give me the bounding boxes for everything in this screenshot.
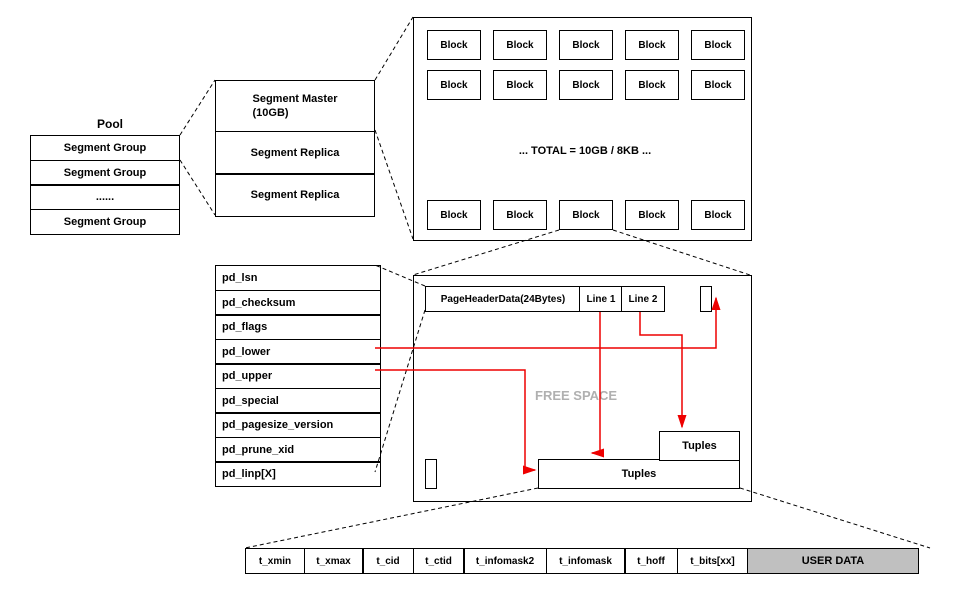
block: Block (559, 70, 613, 100)
block: Block (691, 70, 745, 100)
free-space-label: FREE SPACE (535, 388, 617, 403)
blocks-total: ... TOTAL = 10GB / 8KB ... (475, 145, 695, 157)
t-infomask: t_infomask (546, 548, 626, 574)
block: Block (493, 70, 547, 100)
block: Block (691, 200, 745, 230)
segment-group: Segment Group (30, 209, 180, 235)
page-stub-bottom (425, 459, 437, 489)
block: Block (625, 200, 679, 230)
t-xmax: t_xmax (304, 548, 364, 574)
segment-group-ellipsis: ...... (30, 184, 180, 210)
t-hoff: t_hoff (624, 548, 678, 574)
block: Block (625, 30, 679, 60)
t-ctid: t_ctid (413, 548, 465, 574)
block: Block (427, 70, 481, 100)
t-bits: t_bits[xx] (677, 548, 749, 574)
pd-pagesize-version: pd_pagesize_version (215, 412, 381, 438)
block: Block (625, 70, 679, 100)
block: Block (559, 30, 613, 60)
pd-lower: pd_lower (215, 339, 381, 365)
line-1: Line 1 (579, 286, 623, 312)
page-stub (700, 286, 712, 312)
pd-linp: pd_linp[X] (215, 461, 381, 487)
pd-flags: pd_flags (215, 314, 381, 340)
block: Block (427, 30, 481, 60)
segment-replica: Segment Replica (215, 173, 375, 217)
pd-prune-xid: pd_prune_xid (215, 437, 381, 463)
pd-upper: pd_upper (215, 363, 381, 389)
t-xmin: t_xmin (245, 548, 305, 574)
tuples-row-2: Tuples (538, 459, 740, 489)
segment-master: Segment Master (10GB) (215, 80, 375, 132)
block: Block (427, 200, 481, 230)
block: Block (493, 200, 547, 230)
tuples-row-1: Tuples (659, 431, 740, 461)
block: Block (691, 30, 745, 60)
segment-replica: Segment Replica (215, 131, 375, 175)
page-header-data: PageHeaderData(24Bytes) (425, 286, 581, 312)
line-2: Line 2 (621, 286, 665, 312)
pool-title: Pool (40, 117, 180, 131)
t-infomask2: t_infomask2 (463, 548, 547, 574)
pd-special: pd_special (215, 388, 381, 414)
pd-checksum: pd_checksum (215, 290, 381, 316)
segment-group: Segment Group (30, 135, 180, 161)
block: Block (493, 30, 547, 60)
segment-group: Segment Group (30, 160, 180, 186)
block: Block (559, 200, 613, 230)
user-data: USER DATA (747, 548, 919, 574)
t-cid: t_cid (362, 548, 414, 574)
pd-lsn: pd_lsn (215, 265, 381, 291)
